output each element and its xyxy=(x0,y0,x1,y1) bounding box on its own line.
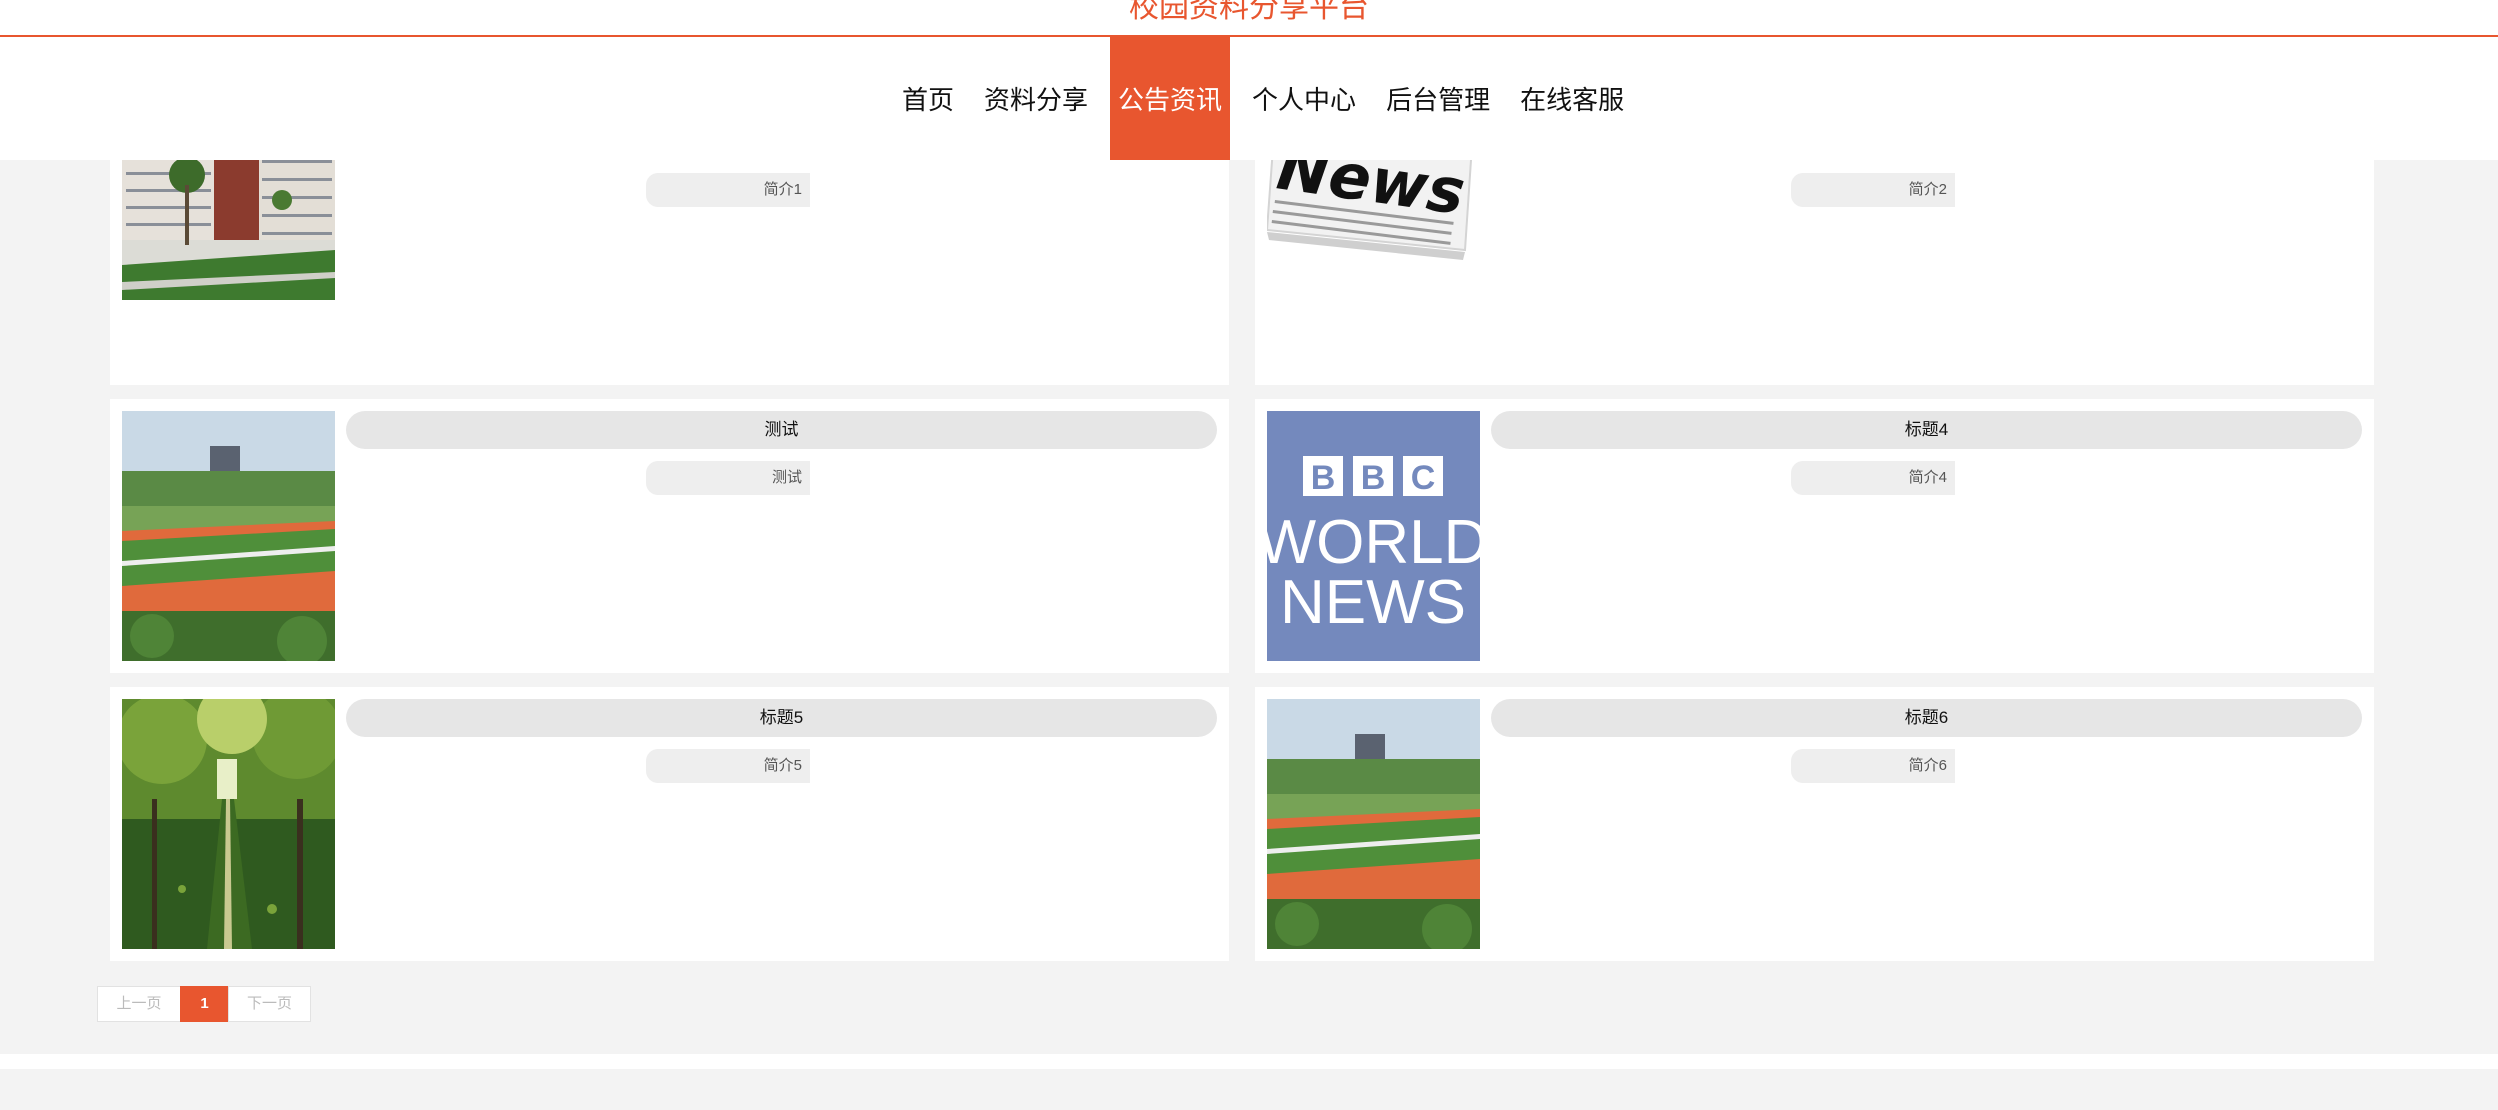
page-number-button[interactable]: 1 xyxy=(180,986,229,1022)
nav-item-admin[interactable]: 后台管理 xyxy=(1378,37,1498,160)
bbc-letter-1: B xyxy=(1311,459,1336,497)
news-thumbnail-tree-path[interactable] xyxy=(122,699,335,949)
footer-divider xyxy=(0,1054,2498,1069)
bbc-letter-3: C xyxy=(1411,459,1436,497)
news-title[interactable]: 标题6 xyxy=(1491,699,2362,737)
news-summary: 简介5 xyxy=(646,749,810,783)
news-thumbnail-bbc-world-news[interactable]: B B C WORLD NEWS xyxy=(1267,411,1480,661)
nav-item-resource-sharing[interactable]: 资料分享 xyxy=(976,37,1096,160)
news-summary: 简介6 xyxy=(1791,749,1955,783)
news-title[interactable]: 标题4 xyxy=(1491,411,2362,449)
news-card[interactable]: 标题5 简介5 xyxy=(110,687,1229,961)
nav-item-personal-center[interactable]: 个人中心 xyxy=(1244,37,1364,160)
nav-item-home[interactable]: 首页 xyxy=(894,37,962,160)
bbc-world-text: WORLD xyxy=(1267,508,1480,577)
news-summary: 简介4 xyxy=(1791,461,1955,495)
news-thumbnail-sports-field[interactable] xyxy=(1267,699,1480,949)
main-nav: 首页 资料分享 公告资讯 个人中心 后台管理 在线客服 xyxy=(887,37,1639,160)
bbc-letter-2: B xyxy=(1361,459,1386,497)
news-summary: 简介2 xyxy=(1791,173,1955,207)
news-summary: 测试 xyxy=(646,461,810,495)
site-title: 校园资料分享平台 xyxy=(1129,0,1369,25)
news-card[interactable]: B B C WORLD NEWS 标题4 简介4 xyxy=(1255,399,2374,673)
news-thumbnail-sports-field[interactable] xyxy=(122,411,335,661)
news-summary: 简介1 xyxy=(646,173,810,207)
nav-item-announcements[interactable]: 公告资讯 xyxy=(1110,37,1231,160)
bbc-news-text: NEWS xyxy=(1280,568,1466,637)
next-page-button[interactable]: 下一页 xyxy=(228,986,311,1022)
news-card[interactable]: 测试 测试 xyxy=(110,399,1229,673)
news-title[interactable]: 测试 xyxy=(346,411,1217,449)
pagination: 上一页 1 下一页 xyxy=(97,986,311,1022)
top-header: 校园资料分享平台 xyxy=(0,0,2498,37)
nav-item-online-support[interactable]: 在线客服 xyxy=(1512,37,1632,160)
news-title[interactable]: 标题5 xyxy=(346,699,1217,737)
prev-page-button[interactable]: 上一页 xyxy=(97,986,181,1022)
main-nav-bar: 首页 资料分享 公告资讯 个人中心 后台管理 在线客服 xyxy=(0,37,2498,160)
news-card[interactable]: 标题6 简介6 xyxy=(1255,687,2374,961)
